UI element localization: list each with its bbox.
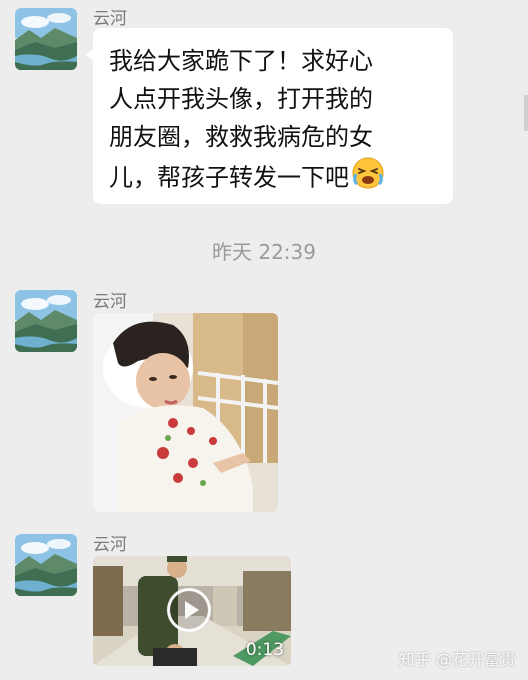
- photo-message[interactable]: [93, 313, 278, 512]
- play-icon[interactable]: [167, 588, 211, 632]
- landscape-avatar-image: [15, 8, 77, 70]
- scrollbar[interactable]: [524, 95, 528, 131]
- message-line-with-emoji: 儿，帮孩子转发一下吧: [109, 156, 437, 201]
- message-line: 人点开我头像，打开我的: [109, 85, 373, 113]
- child-in-hospital-bed-image: [93, 313, 278, 512]
- avatar[interactable]: [15, 8, 77, 70]
- text-message-bubble[interactable]: 我给大家跪下了！求好心 人点开我头像，打开我的 朋友圈，救救我病危的女 儿，帮孩…: [86, 28, 453, 204]
- video-message[interactable]: 0:13: [93, 556, 291, 666]
- landscape-avatar-image: [15, 290, 77, 352]
- landscape-avatar-image: [15, 534, 77, 596]
- crying-face-emoji-icon: [351, 156, 385, 201]
- video-duration: 0:13: [245, 640, 284, 660]
- sender-name: 云河: [93, 292, 127, 312]
- sender-name: 云河: [93, 535, 127, 555]
- timestamp: 昨天 22:39: [212, 240, 316, 264]
- message-line: 朋友圈，救救我病危的女: [109, 123, 373, 151]
- sender-name: 云河: [93, 9, 127, 29]
- watermark: 知乎 @花开富贵: [398, 650, 516, 669]
- avatar[interactable]: [15, 290, 77, 352]
- message-line-text: 儿，帮孩子转发一下吧: [109, 163, 349, 192]
- message-line: 我给大家跪下了！求好心: [109, 47, 373, 75]
- avatar[interactable]: [15, 534, 77, 596]
